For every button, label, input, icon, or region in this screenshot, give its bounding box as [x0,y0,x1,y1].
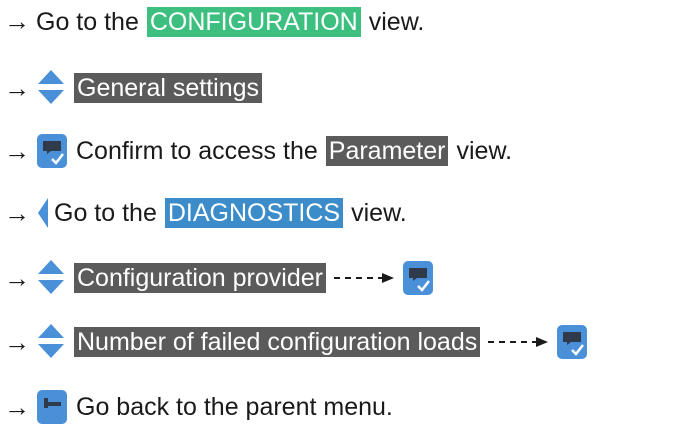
step-arrow: → [4,326,30,357]
step-text-before: Confirm to access the [76,137,318,165]
step-2: → General settings [4,68,263,108]
step-text: Go back to the parent menu. [76,393,393,421]
confirm-icon [556,323,588,361]
step-text-after: view. [351,199,407,227]
step-7: → Go back to the parent menu. [4,388,393,426]
step-3: → Confirm to access the Parameter view. [4,132,512,170]
step-5: → Configuration provider [4,258,434,298]
step-arrow: → [4,391,30,422]
up-down-arrows-icon [36,322,66,362]
dashed-arrow [333,271,396,285]
step-arrow: → [4,72,30,103]
left-arrow-icon [36,196,50,230]
step-4: → Go to the DIAGNOSTICS view. [4,196,407,230]
up-down-arrows-icon [36,258,66,298]
step-arrow: → [4,6,30,36]
dashed-arrow [488,335,550,349]
step-text-after: view. [368,7,425,36]
back-icon [36,388,68,426]
confirm-icon [36,132,68,170]
step-arrow: → [4,197,30,228]
up-down-arrows-icon [36,68,66,108]
view-name-configuration: CONFIGURATION [146,6,361,37]
step-text-before: Go to the [54,199,157,227]
view-name-diagnostics: DIAGNOSTICS [164,198,344,228]
step-1: → Go to the CONFIGURATION view. [4,6,424,37]
confirm-icon [402,259,434,297]
step-arrow: → [4,135,30,166]
step-6: → Number of failed configuration loads [4,322,588,362]
step-text-before: Go to the [36,7,139,36]
menu-item-general-settings: General settings [74,73,263,103]
view-name-parameter: Parameter [325,136,449,166]
step-arrow: → [4,262,30,293]
step-text-after: view. [456,137,513,165]
menu-item-configuration-provider: Configuration provider [74,263,326,293]
menu-item-number-of-failed-configuration-loads: Number of failed configuration loads [74,327,481,357]
